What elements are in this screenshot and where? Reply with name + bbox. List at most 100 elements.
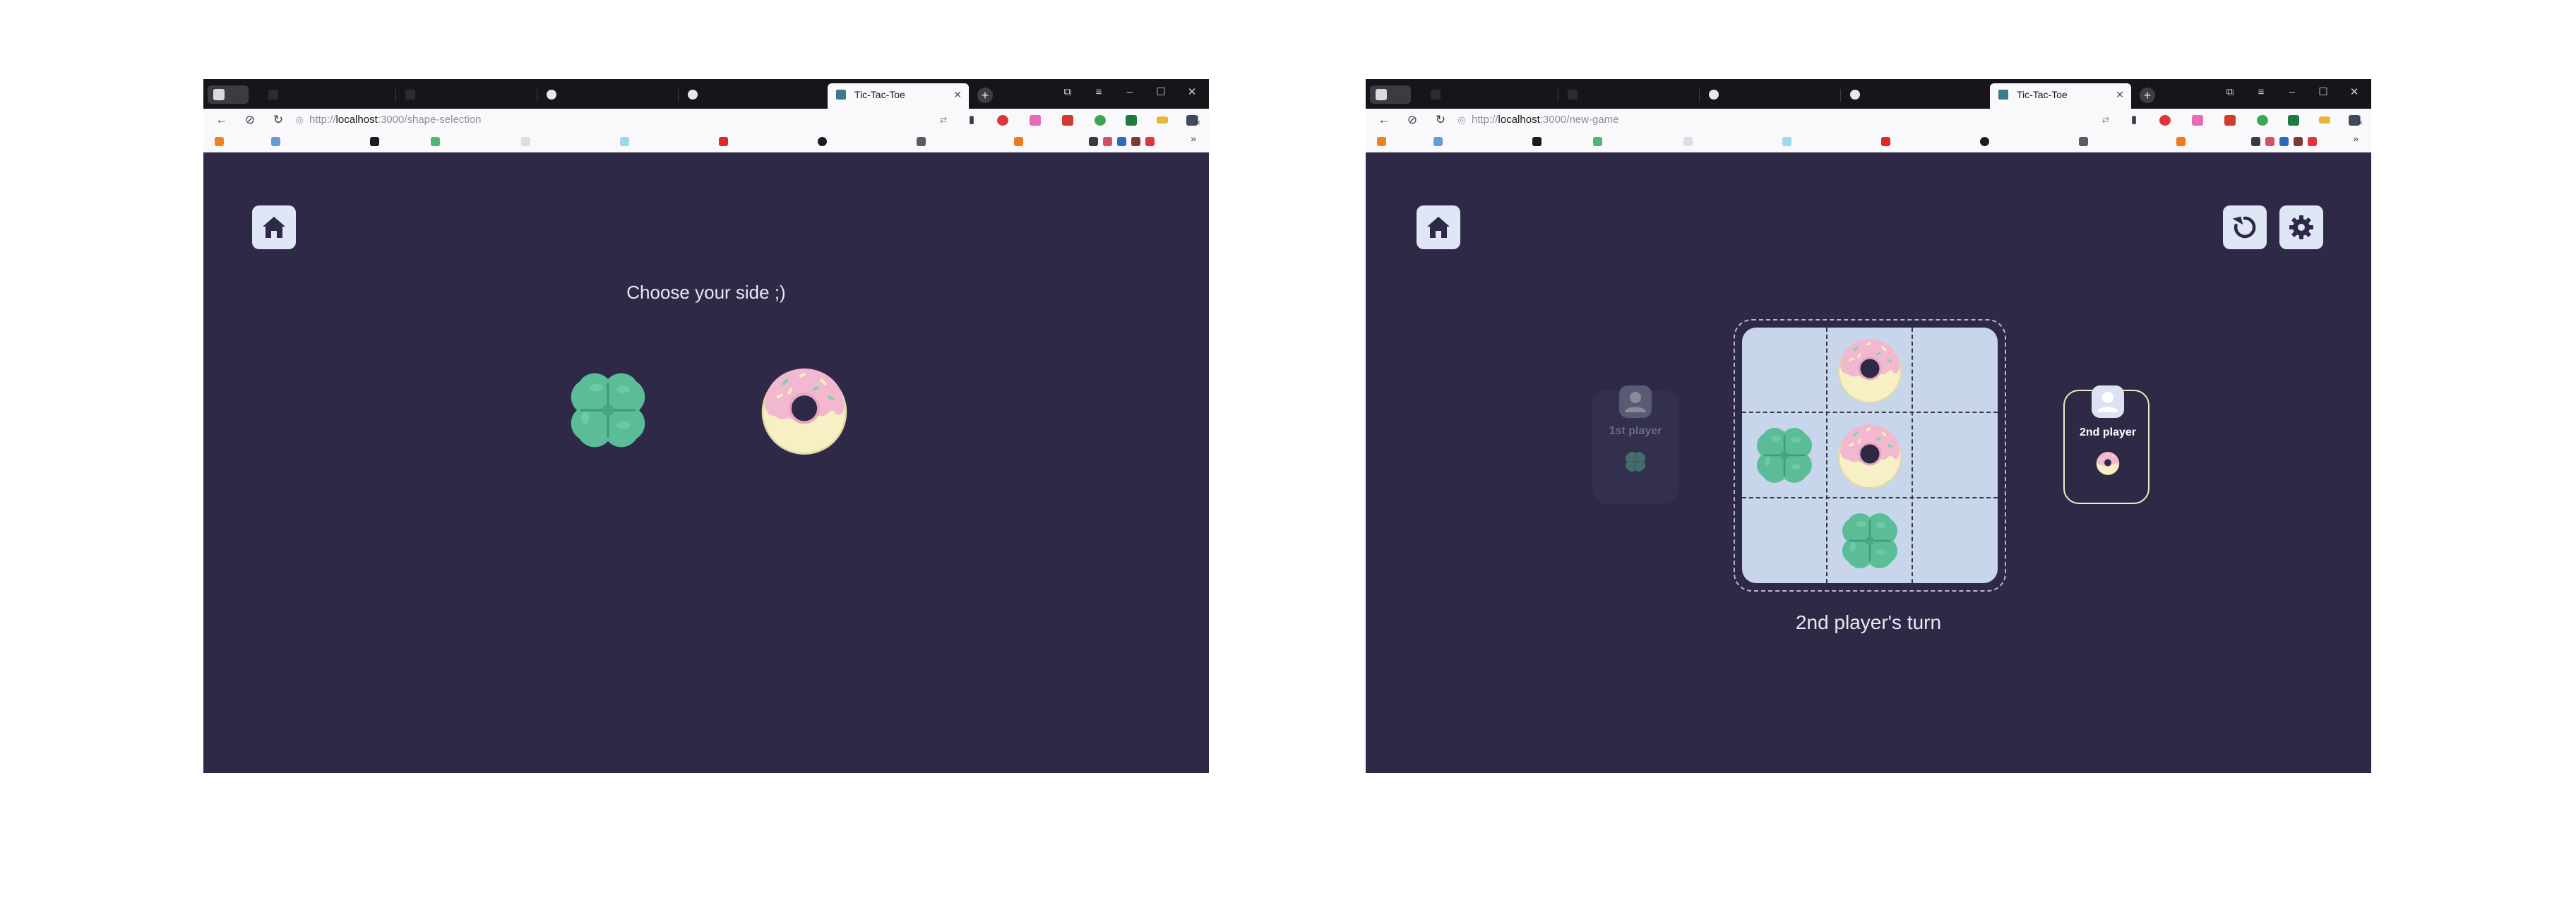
download-icon[interactable]: ⤓ [1189,112,1206,128]
bookmark-favicon[interactable] [1145,137,1155,146]
board-cell[interactable] [1913,328,1998,412]
browser-tab[interactable] [1700,83,1839,106]
close-window-icon[interactable]: ✕ [2340,83,2368,102]
translate-icon[interactable]: ⇄ [935,112,952,128]
github-icon[interactable] [1980,137,1989,146]
browser-tab[interactable] [260,83,394,106]
bookmark-favicon[interactable] [271,137,280,146]
github-icon[interactable] [818,137,827,146]
bookmark-favicon[interactable] [2251,137,2260,146]
bookmark-favicon[interactable] [1433,137,1443,146]
bookmark-favicon[interactable] [1014,137,1023,146]
browser-tab[interactable] [538,83,676,106]
board-cell[interactable] [1913,498,1998,583]
bookmark-favicon[interactable] [2308,137,2317,146]
bookmark-favicon[interactable] [620,137,629,146]
user-avatar-icon [1619,385,1652,418]
bookmark-favicon[interactable] [215,137,224,146]
browser-tab[interactable] [1559,83,1698,106]
board-cell[interactable] [1742,328,1827,412]
site-info-icon[interactable]: ◎ [1453,112,1470,128]
back-icon[interactable]: ← [213,112,230,128]
home-button[interactable] [1417,205,1460,249]
battery-icon[interactable] [1157,116,1168,124]
bookmark-favicon[interactable] [1131,137,1140,146]
extension-icon[interactable] [2257,115,2268,126]
profile-button[interactable] [208,85,249,104]
bookmark-favicon[interactable] [1593,137,1602,146]
extension-icon[interactable] [2224,115,2236,126]
tab-list-icon[interactable]: ⧉ [2216,83,2244,102]
youtube-icon[interactable] [719,137,728,146]
more-bookmarks-icon[interactable]: » [1185,130,1202,147]
extension-icon[interactable] [2192,115,2203,126]
extension-icon[interactable] [2288,115,2299,126]
youtube-icon[interactable] [1881,137,1890,146]
adblock-icon[interactable] [997,115,1008,126]
bookmark-favicon[interactable] [1089,137,1098,146]
browser-tab[interactable] [397,83,535,106]
bookmark-favicon[interactable] [431,137,440,146]
new-tab-button[interactable]: + [977,88,993,103]
bookmark-favicon[interactable] [1683,137,1693,146]
profile-icon [1376,89,1387,100]
extension-icon[interactable] [1126,115,1137,126]
bookmark-favicon[interactable] [1782,137,1791,146]
browser-tab[interactable] [1842,83,1980,106]
extension-icon[interactable] [1030,115,1041,126]
bookmark-favicon[interactable] [521,137,530,146]
donut-choice[interactable] [757,363,852,457]
browser-tab[interactable] [679,83,818,106]
settings-button[interactable] [2279,205,2323,249]
clover-choice[interactable] [561,363,655,457]
bookmark-favicon[interactable] [1117,137,1126,146]
reload-icon[interactable]: ↻ [270,112,287,128]
minimize-icon[interactable]: – [1116,83,1144,102]
close-tab-icon[interactable]: ✕ [2116,83,2124,106]
bookmark-favicon[interactable] [2294,137,2303,146]
bookmark-favicon[interactable] [1532,137,1542,146]
bookmark-favicon[interactable] [1103,137,1112,146]
new-tab-button[interactable]: + [2140,88,2155,103]
menu-icon[interactable]: ≡ [1085,83,1113,102]
extension-icon[interactable] [1062,115,1073,126]
maximize-icon[interactable]: ☐ [2309,83,2337,102]
browser-tab[interactable] [1422,83,1556,106]
bookmark-favicon[interactable] [2279,137,2289,146]
back-icon[interactable]: ← [1376,112,1393,128]
home-button[interactable] [252,205,296,249]
reload-icon[interactable]: ↻ [1432,112,1449,128]
download-icon[interactable]: ⤓ [2351,112,2368,128]
bookmark-favicon[interactable] [370,137,379,146]
bookmark-favicon[interactable] [1377,137,1386,146]
url-bar[interactable]: http://localhost:3000/new-game [1472,112,1618,128]
bookmark-icon[interactable]: ▮ [2125,112,2142,128]
shield-icon[interactable]: ⊘ [1404,112,1421,128]
minimize-icon[interactable]: – [2278,83,2306,102]
tab-list-icon[interactable]: ⧉ [1054,83,1082,102]
profile-button[interactable] [1370,85,1411,104]
board-cell[interactable] [1742,498,1827,583]
close-window-icon[interactable]: ✕ [1178,83,1206,102]
translate-icon[interactable]: ⇄ [2097,112,2114,128]
tab-tic-tac-toe[interactable]: Tic-Tac-Toe ✕ [1990,83,2131,109]
close-tab-icon[interactable]: ✕ [953,83,962,106]
menu-icon[interactable]: ≡ [2247,83,2275,102]
bookmark-icon[interactable]: ▮ [963,112,980,128]
url-bar[interactable]: http://localhost:3000/shape-selection [309,112,482,128]
extension-icon[interactable] [1095,115,1106,126]
maximize-icon[interactable]: ☐ [1147,83,1175,102]
tab-tic-tac-toe[interactable]: Tic-Tac-Toe ✕ [828,83,969,109]
battery-icon[interactable] [2319,116,2330,124]
restart-button[interactable] [2223,205,2267,249]
bookmark-favicon[interactable] [2176,137,2186,146]
adblock-icon[interactable] [2159,115,2171,126]
grid-line [1826,328,1827,583]
site-info-icon[interactable]: ◎ [291,112,308,128]
bookmark-favicon[interactable] [2265,137,2274,146]
bookmark-favicon[interactable] [2079,137,2088,146]
bookmark-favicon[interactable] [917,137,926,146]
board-cell[interactable] [1913,413,1998,498]
more-bookmarks-icon[interactable]: » [2347,130,2364,147]
shield-icon[interactable]: ⊘ [242,112,258,128]
